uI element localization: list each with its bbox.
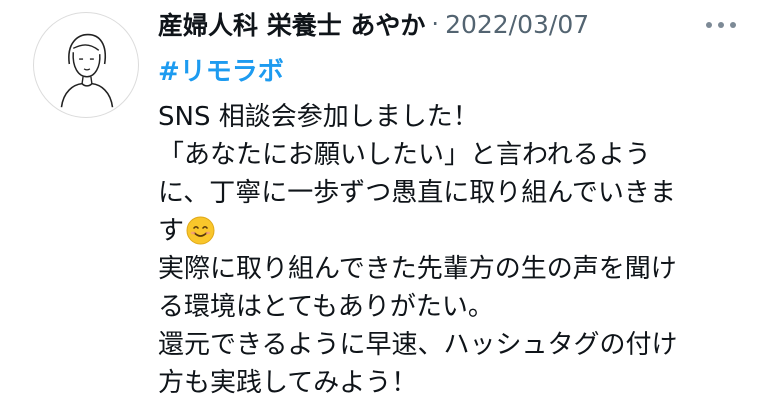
tweet-text-line: 「あなたにお願いしたい」と言われるよう xyxy=(158,140,651,170)
tweet-text-line: 実際に取り組んできた先輩方の生の声を聞け xyxy=(158,254,677,284)
person-avatar-icon xyxy=(60,33,114,108)
tweet-text-fragment: す xyxy=(158,216,185,246)
smiling-face-emoji-icon xyxy=(186,216,215,245)
tweet-text: SNS 相談会参加しました！ 「あなたにお願いしたい」と言われるよう に、丁寧に… xyxy=(158,98,748,402)
tweet[interactable]: 産婦人科 栄養士 あやか · 2022/03/07 #リモラボ SNS 相談会参… xyxy=(0,0,768,406)
hashtag-link[interactable]: #リモラボ xyxy=(158,54,748,90)
tweet-text-line: SNS 相談会参加しました！ xyxy=(158,102,479,132)
tweet-text-line: に、丁寧に一歩ずつ愚直に取り組んでいきま xyxy=(158,178,676,208)
tweet-text-line: 方も実践してみよう！ xyxy=(158,368,418,398)
author-display-name[interactable]: 産婦人科 栄養士 あやか xyxy=(158,6,425,42)
tweet-text-line-with-emoji: す xyxy=(158,212,748,250)
tweet-content: 産婦人科 栄養士 あやか · 2022/03/07 #リモラボ SNS 相談会参… xyxy=(158,4,748,402)
avatar[interactable] xyxy=(33,12,139,118)
tweet-text-line: る環境はとてもありがたい。 xyxy=(158,292,494,322)
tweet-date[interactable]: 2022/03/07 xyxy=(445,10,589,39)
more-options-icon xyxy=(706,22,736,28)
tweet-header: 産婦人科 栄養士 あやか · 2022/03/07 xyxy=(158,4,748,44)
more-options-button[interactable] xyxy=(703,18,739,32)
tweet-text-line: 還元できるように早速、ハッシュタグの付け xyxy=(158,330,678,360)
header-separator: · xyxy=(431,10,440,38)
